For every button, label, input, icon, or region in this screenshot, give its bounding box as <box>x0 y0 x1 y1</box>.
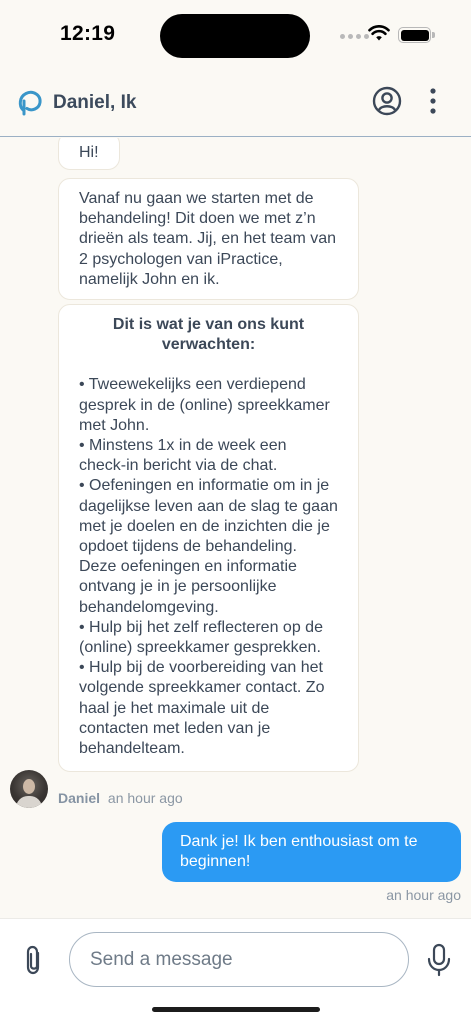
bullet-item: • Hulp bij het zelf reflecteren op de (o… <box>79 618 323 657</box>
message-list[interactable]: Hi! Vanaf nu gaan we starten met de beha… <box>0 138 471 918</box>
message-meta-incoming: Daniel an hour ago <box>58 790 183 806</box>
profile-icon[interactable] <box>372 86 402 116</box>
avatar[interactable] <box>10 770 48 808</box>
battery-icon <box>398 27 435 43</box>
message-timestamp: an hour ago <box>107 790 183 806</box>
wifi-icon <box>368 25 390 41</box>
bullet-item: • Oefeningen en informatie om in je dage… <box>79 477 338 616</box>
paperclip-icon[interactable] <box>22 945 46 975</box>
chat-header: Daniel, Ik <box>0 70 471 137</box>
status-time: 12:19 <box>60 22 116 45</box>
message-input[interactable] <box>69 932 409 987</box>
message-timestamp-outgoing: an hour ago <box>386 887 461 903</box>
bullet-item: • Hulp bij de voorbereiding van het volg… <box>79 659 325 758</box>
logo-icon <box>18 90 42 116</box>
message-bubble-incoming: Vanaf nu gaan we starten met de behandel… <box>58 178 359 301</box>
home-indicator[interactable] <box>152 1007 320 1012</box>
message-bubble-outgoing: Dank je! Ik ben enthousiast om te beginn… <box>162 822 461 882</box>
message-composer <box>0 918 471 1024</box>
more-icon[interactable] <box>422 86 444 116</box>
sender-name: Daniel <box>58 790 101 806</box>
microphone-icon[interactable] <box>426 943 452 977</box>
cellular-signal-icon <box>340 34 369 39</box>
message-bubble-incoming: Dit is wat je van ons kunt verwachten: •… <box>58 304 359 773</box>
chat-title: Daniel, Ik <box>53 92 137 113</box>
message-bullet-list: • Tweewekelijks een verdiepend gesprek i… <box>79 375 338 759</box>
message-bubble-incoming: Hi! <box>58 138 120 170</box>
bullet-item: • Minstens 1x in de week een check-in be… <box>79 437 287 475</box>
message-heading: Dit is wat je van ons kunt verwachten: <box>112 316 305 354</box>
bullet-item: • Tweewekelijks een verdiepend gesprek i… <box>79 376 330 434</box>
dynamic-island <box>160 14 310 58</box>
status-bar: 12:19 <box>0 0 471 70</box>
